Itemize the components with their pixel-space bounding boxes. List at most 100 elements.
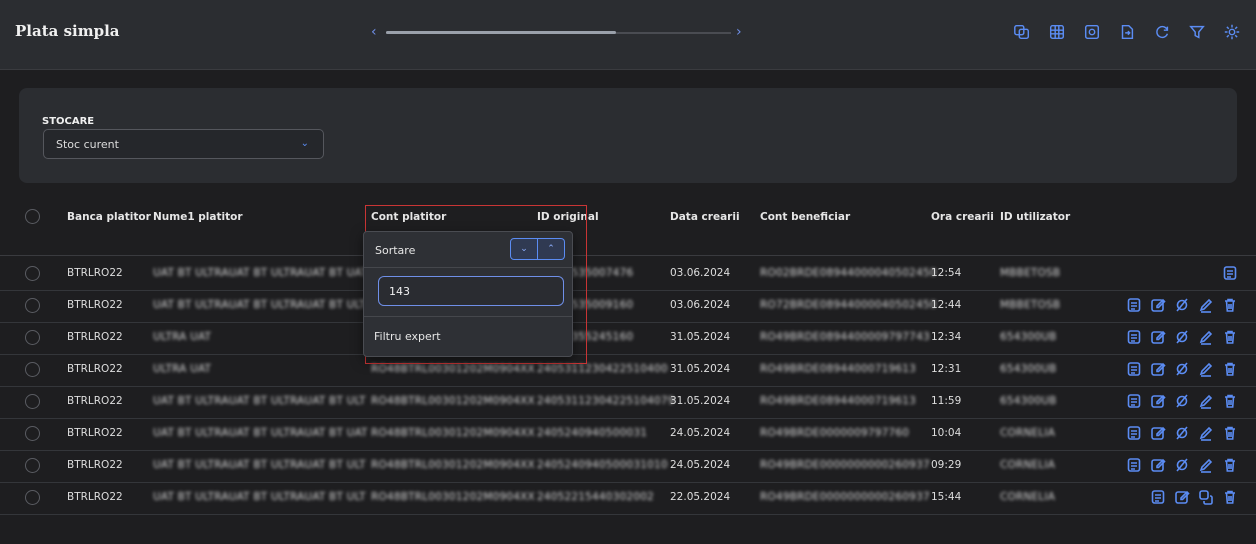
edit-icon[interactable] xyxy=(1150,329,1166,345)
header-nume1-platitor[interactable]: Nume1 platitor xyxy=(153,211,243,223)
edit-icon[interactable] xyxy=(1150,297,1166,313)
trash-icon[interactable] xyxy=(1222,457,1238,473)
popup-divider xyxy=(364,267,572,268)
target-icon[interactable] xyxy=(1082,22,1102,42)
edit-icon[interactable] xyxy=(1174,489,1190,505)
pen-icon[interactable] xyxy=(1198,297,1214,313)
cancel-icon[interactable] xyxy=(1174,425,1190,441)
expert-filter-link[interactable]: Filtru expert xyxy=(374,330,441,343)
storage-value: Stoc curent xyxy=(56,138,119,151)
row-select-radio[interactable] xyxy=(25,490,40,505)
grid-icon[interactable] xyxy=(1047,22,1067,42)
trash-icon[interactable] xyxy=(1222,361,1238,377)
table-row[interactable]: BTRLRO22 UAT BT ULTRAUAT BT ULTRAUAT BT … xyxy=(0,482,1256,515)
table-row[interactable]: BTRLRO22 ULTRA UAT 12341355245160 31.05.… xyxy=(0,322,1256,355)
cancel-icon[interactable] xyxy=(1174,361,1190,377)
header-data-crearii[interactable]: Data crearii xyxy=(670,211,740,223)
row-select-radio[interactable] xyxy=(25,362,40,377)
settings-icon[interactable] xyxy=(1222,22,1242,42)
cell-data-crearii: 31.05.2024 xyxy=(670,363,731,375)
cell-data-crearii: 31.05.2024 xyxy=(670,331,731,343)
trash-icon[interactable] xyxy=(1222,425,1238,441)
cell-data-crearii: 03.06.2024 xyxy=(670,267,731,279)
row-select-radio[interactable] xyxy=(25,426,40,441)
edit-icon[interactable] xyxy=(1150,425,1166,441)
pen-icon[interactable] xyxy=(1198,457,1214,473)
table-row[interactable]: BTRLRO22 ULTRA UAT RO48BTRL00301202M0904… xyxy=(0,354,1256,387)
header-cont-beneficiar[interactable]: Cont beneficiar xyxy=(760,211,850,223)
doc-icon[interactable] xyxy=(1126,425,1142,441)
row-select-radio[interactable] xyxy=(25,394,40,409)
scroll-left-icon[interactable]: ‹ xyxy=(371,24,377,40)
cell-cont-platitor: RO48BTRL00301202M0904XX xyxy=(371,491,535,503)
edit-icon[interactable] xyxy=(1150,393,1166,409)
pen-icon[interactable] xyxy=(1198,425,1214,441)
cell-cont-beneficiar: RO49BRDE0894400009797743 xyxy=(760,331,930,343)
scroll-thumb[interactable] xyxy=(386,31,616,34)
pen-icon[interactable] xyxy=(1198,329,1214,345)
cell-nume1-platitor: UAT BT ULTRAUAT BT ULTRAUAT BT ULT xyxy=(153,395,366,407)
cancel-icon[interactable] xyxy=(1174,457,1190,473)
sort-ascending-button[interactable]: ⌃ xyxy=(538,238,565,260)
storage-select[interactable]: Stoc curent ⌄ xyxy=(43,129,324,159)
refresh-icon[interactable] xyxy=(1152,22,1172,42)
doc-icon[interactable] xyxy=(1126,457,1142,473)
select-all-radio[interactable] xyxy=(25,209,40,224)
cancel-icon[interactable] xyxy=(1174,297,1190,313)
trash-icon[interactable] xyxy=(1222,489,1238,505)
doc-icon[interactable] xyxy=(1126,329,1142,345)
header-ora-crearii[interactable]: Ora crearii xyxy=(931,211,994,223)
sort-label: Sortare xyxy=(375,244,416,257)
row-select-radio[interactable] xyxy=(25,298,40,313)
cell-nume1-platitor: UAT BT ULTRAUAT BT ULTRAUAT BT ULT xyxy=(153,299,366,311)
cell-cont-platitor: RO48BTRL00301202M0904XX xyxy=(371,363,535,375)
page-title: Plata simpla xyxy=(15,22,120,40)
cell-cont-beneficiar: RO49BRDE0000009797760 xyxy=(760,427,910,439)
export-icon[interactable] xyxy=(1117,22,1137,42)
cell-id-utilizator: CORNELIA xyxy=(1000,427,1056,439)
row-actions xyxy=(1150,489,1238,505)
doc-icon[interactable] xyxy=(1126,361,1142,377)
cell-ora-crearii: 15:44 xyxy=(931,491,962,503)
cell-cont-platitor: RO48BTRL00301202M0904XX xyxy=(371,427,535,439)
doc-icon[interactable] xyxy=(1150,489,1166,505)
trash-icon[interactable] xyxy=(1222,329,1238,345)
cell-cont-beneficiar: RO49BRDE08944000719613 xyxy=(760,363,917,375)
cell-nume1-platitor: UAT BT ULTRAUAT BT ULTRAUAT BT ULT xyxy=(153,459,366,471)
scroll-right-icon[interactable]: › xyxy=(736,24,742,40)
doc-icon[interactable] xyxy=(1126,393,1142,409)
pen-icon[interactable] xyxy=(1198,361,1214,377)
table-row[interactable]: BTRLRO22 UAT BT ULTRAUAT BT ULTRAUAT BT … xyxy=(0,418,1256,451)
copy-plus-icon[interactable] xyxy=(1198,489,1214,505)
table-row[interactable]: BTRLRO22 UAT BT ULTRAUAT BT ULTRAUAT BT … xyxy=(0,258,1256,291)
column-search-input[interactable] xyxy=(378,276,564,306)
trash-icon[interactable] xyxy=(1222,297,1238,313)
header-id-utilizator[interactable]: ID utilizator xyxy=(1000,211,1070,223)
table-row[interactable]: BTRLRO22 UAT BT ULTRAUAT BT ULTRAUAT BT … xyxy=(0,386,1256,419)
sort-descending-button[interactable]: ⌄ xyxy=(510,238,538,260)
row-actions xyxy=(1126,361,1238,377)
table-header: Banca platitor Nume1 platitor Cont plati… xyxy=(0,195,1256,256)
edit-icon[interactable] xyxy=(1150,457,1166,473)
table-row[interactable]: BTRLRO22 UAT BT ULTRAUAT BT ULTRAUAT BT … xyxy=(0,450,1256,483)
doc-icon[interactable] xyxy=(1222,265,1238,281)
horizontal-scroller[interactable]: ‹ › xyxy=(371,24,742,40)
row-select-radio[interactable] xyxy=(25,458,40,473)
pen-icon[interactable] xyxy=(1198,393,1214,409)
cancel-icon[interactable] xyxy=(1174,329,1190,345)
row-actions xyxy=(1126,457,1238,473)
row-select-radio[interactable] xyxy=(25,330,40,345)
trash-icon[interactable] xyxy=(1222,393,1238,409)
cell-cont-platitor: RO48BTRL00301202M0904XX xyxy=(371,459,535,471)
scroll-track[interactable] xyxy=(386,31,731,34)
row-select-radio[interactable] xyxy=(25,266,40,281)
cell-ora-crearii: 10:04 xyxy=(931,427,962,439)
copy-icon[interactable] xyxy=(1012,22,1032,42)
cancel-icon[interactable] xyxy=(1174,393,1190,409)
header-banca-platitor[interactable]: Banca platitor xyxy=(67,211,151,223)
filter-icon[interactable] xyxy=(1187,22,1207,42)
cell-data-crearii: 22.05.2024 xyxy=(670,491,731,503)
doc-icon[interactable] xyxy=(1126,297,1142,313)
edit-icon[interactable] xyxy=(1150,361,1166,377)
table-row[interactable]: BTRLRO22 UAT BT ULTRAUAT BT ULTRAUAT BT … xyxy=(0,290,1256,323)
